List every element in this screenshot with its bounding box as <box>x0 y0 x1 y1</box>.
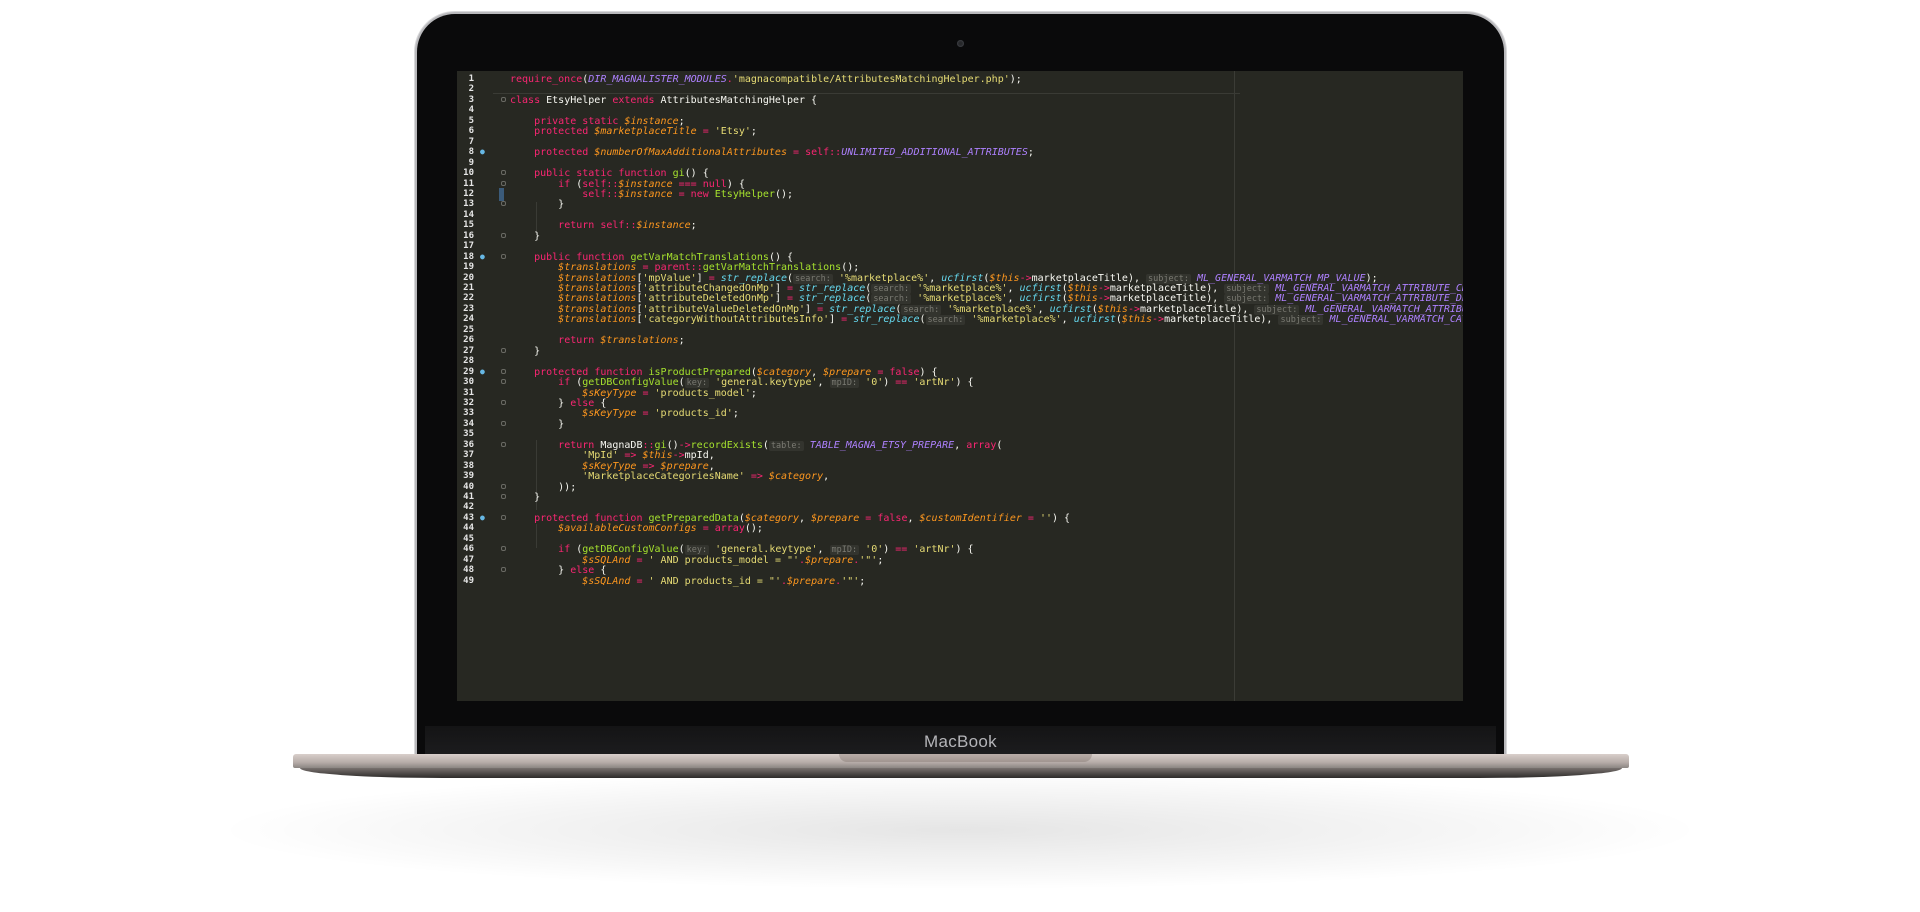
fold-toggle-icon[interactable] <box>501 494 506 499</box>
fold-toggle-icon[interactable] <box>501 514 506 520</box>
brand-label: MacBook <box>924 732 997 751</box>
fold-toggle-icon[interactable] <box>501 379 506 385</box>
fold-toggle-icon[interactable] <box>501 441 506 447</box>
fold-toggle-icon[interactable] <box>501 399 506 405</box>
fold-toggle-icon[interactable] <box>501 567 506 573</box>
laptop-base-bottom <box>300 768 1622 778</box>
fold-toggle-icon[interactable] <box>501 96 506 102</box>
fold-toggle-icon[interactable] <box>501 420 506 426</box>
code-editor[interactable]: 1 require_once(DIR_MAGNALISTER_MODULES.'m… <box>457 71 1463 701</box>
laptop-shadow <box>210 770 1710 890</box>
laptop-lid: 1 require_once(DIR_MAGNALISTER_MODULES.'m… <box>417 14 1504 758</box>
fold-toggle-icon[interactable] <box>501 201 506 207</box>
override-marker-icon[interactable]: ● <box>480 367 488 376</box>
fold-toggle-icon[interactable] <box>501 232 506 238</box>
fold-toggle-icon[interactable] <box>501 253 506 259</box>
fold-toggle-icon[interactable] <box>501 483 506 489</box>
laptop-hinge-notch <box>839 754 1092 762</box>
fold-toggle-icon[interactable] <box>501 170 506 176</box>
code-text: $sSQLAnd = ' AND products_id = "'.$prepa… <box>582 575 866 587</box>
fold-toggle-icon[interactable] <box>501 368 506 374</box>
fold-toggle-icon[interactable] <box>501 347 506 353</box>
fold-toggle-icon[interactable] <box>501 546 506 552</box>
fold-toggle-icon[interactable] <box>501 180 506 186</box>
override-marker-icon[interactable]: ● <box>480 148 488 156</box>
override-marker-icon[interactable]: ● <box>480 252 488 261</box>
camera-icon <box>957 40 964 47</box>
line-number: 49 <box>463 575 474 586</box>
override-marker-icon[interactable]: ● <box>480 513 488 522</box>
code-line[interactable]: 49 $sSQLAnd = ' AND products_id = "'.$pr… <box>457 575 1463 588</box>
